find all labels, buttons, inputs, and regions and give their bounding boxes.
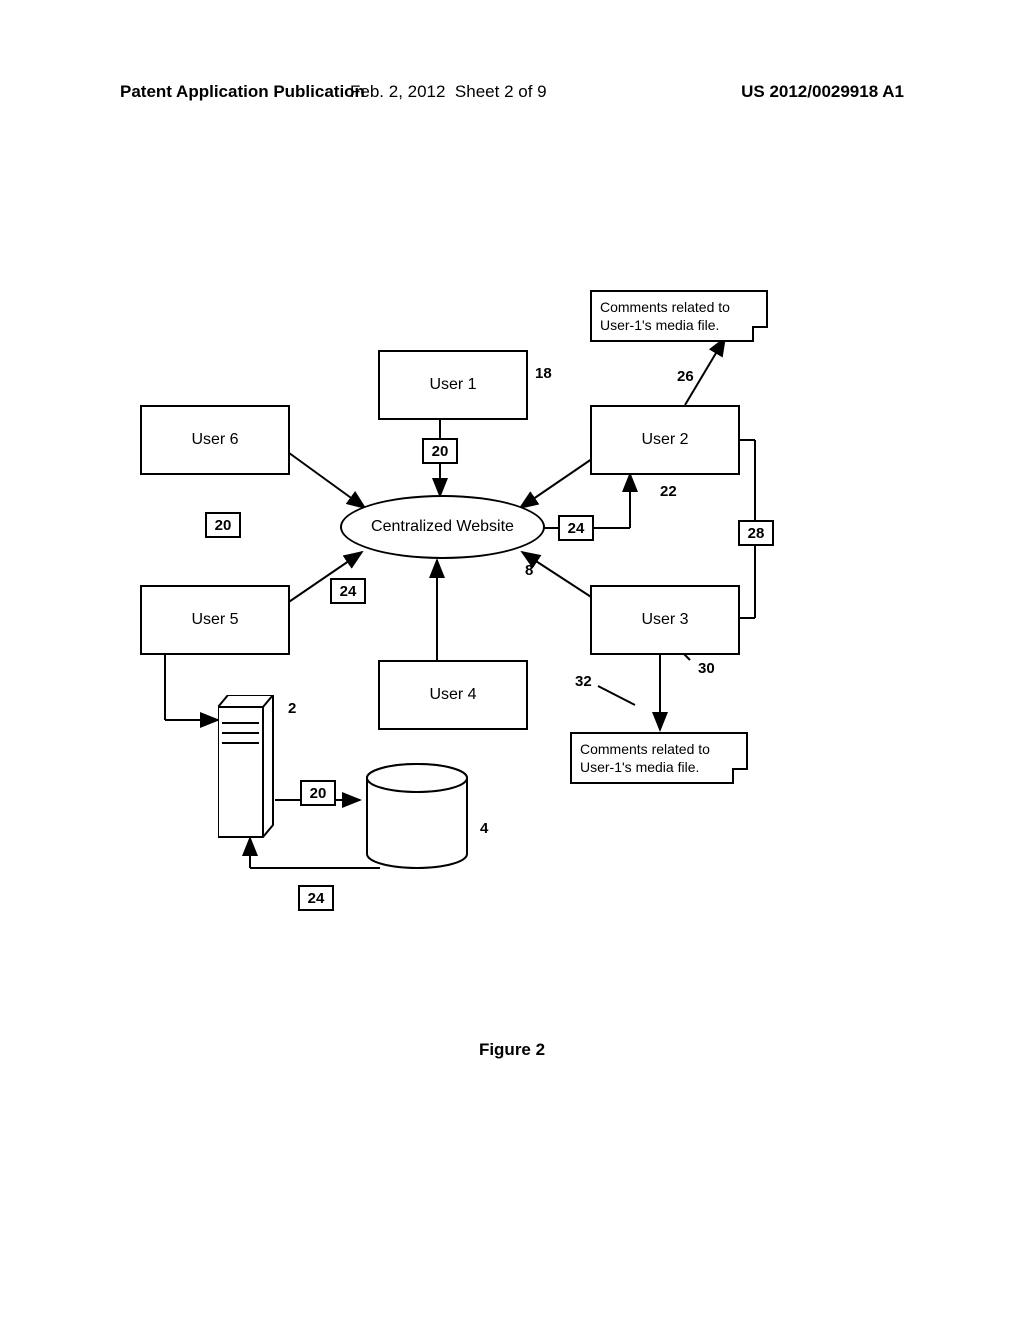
user4-box: User 4 — [378, 660, 528, 730]
database-icon — [362, 762, 472, 877]
ref-30: 30 — [698, 660, 715, 677]
header-publication: Patent Application Publication — [120, 82, 365, 102]
diagram: Comments related to User-1's media file.… — [130, 290, 890, 1010]
page-header: Patent Application Publication Feb. 2, 2… — [0, 82, 1024, 102]
ref-box-20b: 20 — [205, 512, 241, 538]
ref-box-24b: 24 — [558, 515, 594, 541]
ref-32: 32 — [575, 673, 592, 690]
user2-box: User 2 — [590, 405, 740, 475]
ref-box-24c: 24 — [298, 885, 334, 911]
user3-box: User 3 — [590, 585, 740, 655]
ref-4: 4 — [480, 820, 488, 837]
comment-note-bottom: Comments related to User-1's media file. — [570, 732, 748, 784]
ref-8: 8 — [525, 562, 533, 579]
header-date-sheet: Feb. 2, 2012 Sheet 2 of 9 — [350, 82, 547, 102]
server-icon — [218, 695, 278, 845]
comment-note-top: Comments related to User-1's media file. — [590, 290, 768, 342]
figure-caption: Figure 2 — [0, 1040, 1024, 1060]
ref-18: 18 — [535, 365, 552, 382]
header-pub-number: US 2012/0029918 A1 — [741, 82, 904, 102]
user6-box: User 6 — [140, 405, 290, 475]
ref-box-24a: 24 — [330, 578, 366, 604]
ref-box-28: 28 — [738, 520, 774, 546]
user5-box: User 5 — [140, 585, 290, 655]
ref-box-20c: 20 — [300, 780, 336, 806]
ref-26: 26 — [677, 368, 694, 385]
ref-22: 22 — [660, 483, 677, 500]
ref-box-20a: 20 — [422, 438, 458, 464]
user1-box: User 1 — [378, 350, 528, 420]
centralized-website: Centralized Website — [340, 495, 545, 559]
ref-2: 2 — [288, 700, 296, 717]
